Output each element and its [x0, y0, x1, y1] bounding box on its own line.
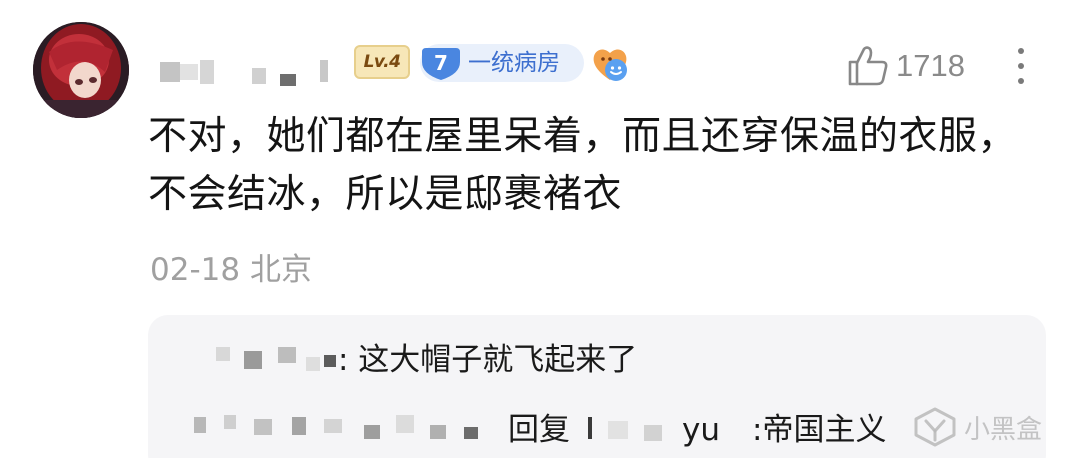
reply-target-tail: yu: [682, 412, 720, 448]
pixel-block: [254, 419, 272, 435]
pixel-block: [160, 62, 180, 82]
comment-date: 02-18: [150, 252, 241, 288]
comment-meta: 02-18 北京: [150, 244, 312, 289]
comment-location: 北京: [249, 252, 312, 288]
comment-line: 不会结冰，所以是邸裹褚衣: [148, 172, 623, 217]
fan-badge[interactable]: 7 一统病房: [420, 44, 584, 82]
pixel-block: [200, 60, 214, 84]
reply-target-redacted[interactable]: [584, 405, 680, 455]
watermark-text: 小黑盒: [964, 414, 1043, 445]
fan-badge-number: 7: [434, 51, 448, 75]
more-vertical-icon: [1018, 78, 1024, 84]
pixel-block: [280, 74, 296, 86]
pixel-block: [588, 417, 592, 439]
thumbs-up-icon: [848, 46, 888, 86]
more-vertical-icon: [1018, 48, 1024, 54]
reply-username-redacted[interactable]: [188, 405, 498, 455]
username-redacted[interactable]: [160, 50, 340, 86]
level-badge: Lv.4: [354, 45, 410, 79]
more-button[interactable]: [1012, 44, 1032, 88]
pixel-block: [252, 68, 266, 84]
reply-username-redacted[interactable]: [188, 335, 336, 385]
comment-line: 不对，她们都在屋里呆着，而且还穿保温的衣服，: [148, 114, 1018, 159]
pixel-block: [216, 347, 230, 361]
pixel-block: [244, 351, 262, 369]
pixel-block: [396, 415, 414, 433]
like-count: 1718: [896, 48, 965, 83]
reply-text: : 这大帽子就飞起来了: [338, 342, 638, 378]
pixel-block: [194, 417, 206, 433]
avatar-image: [33, 22, 129, 118]
pixel-block: [292, 417, 306, 435]
more-vertical-icon: [1018, 63, 1024, 69]
reply-text: :帝国主义: [752, 412, 887, 448]
avatar[interactable]: [33, 22, 129, 118]
reply-label: 回复: [508, 412, 570, 448]
heybox-logo-icon: [914, 407, 956, 447]
comment-body: 不对，她们都在屋里呆着，而且还穿保温的衣服， 不会结冰，所以是邸裹褚衣: [148, 108, 1058, 224]
pixel-block: [324, 355, 336, 367]
pixel-block: [608, 421, 628, 439]
pixel-block: [278, 347, 296, 363]
like-button[interactable]: 1718: [846, 44, 965, 88]
pixel-block: [306, 357, 320, 371]
smiley-badge-icon: [590, 44, 630, 84]
watermark: 小黑盒: [912, 402, 1042, 452]
pixel-block: [464, 427, 478, 439]
pixel-block: [180, 64, 198, 80]
pixel-block: [364, 425, 380, 439]
pixel-block: [430, 425, 446, 439]
reply-item[interactable]: : 这大帽子就飞起来了: [148, 335, 1046, 385]
fan-badge-label: 一统病房: [468, 50, 560, 76]
pixel-block: [644, 425, 662, 441]
pixel-block: [224, 415, 236, 429]
pixel-block: [320, 60, 328, 82]
level-badge-label: Lv.4: [363, 52, 401, 72]
pixel-block: [324, 419, 342, 433]
